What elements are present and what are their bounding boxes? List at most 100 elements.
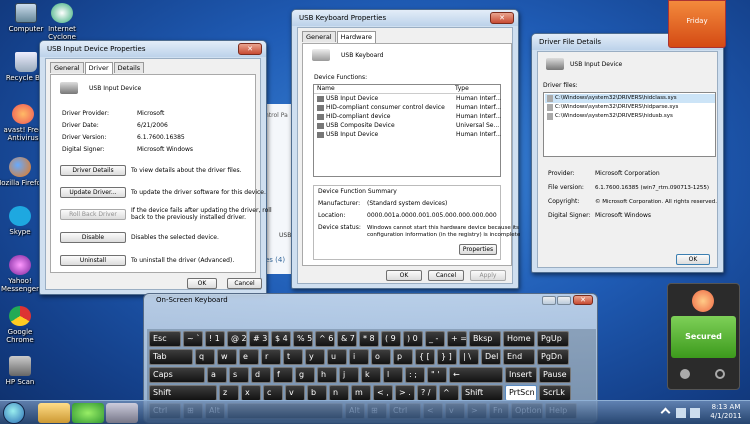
list-item[interactable]: HID-compliant consumer control device Hu… (315, 104, 501, 113)
key-6[interactable]: ^ 6 (315, 331, 335, 347)
key-4[interactable]: $ 4 (271, 331, 291, 347)
key-symbol-3-8[interactable]: < , (373, 385, 393, 401)
key-e[interactable]: e (239, 349, 259, 365)
key-r[interactable]: r (261, 349, 281, 365)
clock[interactable]: 8:13 AM 4/1/2011 (707, 403, 745, 421)
key-pgdn[interactable]: PgDn (537, 349, 569, 365)
window-title[interactable]: USB Input Device Properties (40, 41, 266, 57)
update-driver-button[interactable]: Update Driver... (60, 187, 126, 198)
key-scrlk[interactable]: ScrLk (539, 385, 571, 401)
key-del[interactable]: Del (481, 349, 501, 365)
key-k[interactable]: k (361, 367, 381, 383)
apply-button[interactable]: Apply (470, 270, 506, 281)
key-symbol-1-11[interactable]: { [ (415, 349, 435, 365)
ok-button[interactable]: OK (676, 254, 710, 265)
cancel-button[interactable]: Cancel (428, 270, 464, 281)
key-h[interactable]: h (317, 367, 337, 383)
minimize-button[interactable] (542, 296, 556, 305)
desktop-icon-hp-scan[interactable]: HP Scan (0, 356, 46, 386)
tab-details[interactable]: Details (113, 62, 145, 73)
usb-keyboard-properties-window[interactable]: USB Keyboard Properties ✕ General Hardwa… (291, 9, 520, 289)
driver-files-list[interactable]: C:\Windows\system32\DRIVERS\hidclass.sys… (543, 92, 716, 157)
key-p[interactable]: p (393, 349, 413, 365)
key-x[interactable]: x (241, 385, 261, 401)
key-home[interactable]: Home (503, 331, 535, 347)
key-tab[interactable]: Tab (149, 349, 193, 365)
key-caps[interactable]: Caps (149, 367, 205, 383)
volume-icon[interactable] (690, 408, 700, 418)
driver-file-details-window[interactable]: Driver File Details ✕ USB Input Device D… (531, 33, 724, 273)
key-c[interactable]: c (263, 385, 283, 401)
key-y[interactable]: y (305, 349, 325, 365)
key-l[interactable]: l (383, 367, 403, 383)
key-symbol-3-11[interactable]: ^ (439, 385, 459, 401)
key-esc[interactable]: Esc (149, 331, 181, 347)
key-shift[interactable]: Shift (149, 385, 217, 401)
taskbar-explorer-icon[interactable] (38, 403, 70, 423)
ok-button[interactable]: OK (386, 270, 422, 281)
tab-general[interactable]: General (50, 62, 84, 73)
list-item[interactable]: USB Composite Device Universal Se... (315, 122, 500, 131)
key-9[interactable]: ( 9 (381, 331, 401, 347)
key-b[interactable]: b (307, 385, 327, 401)
desktop-icon-internet-cyclone[interactable]: Internet Cyclone (36, 3, 88, 41)
close-button[interactable]: ✕ (573, 295, 593, 305)
tab-general[interactable]: General (302, 31, 336, 42)
properties-button[interactable]: Properties (459, 244, 497, 255)
list-item[interactable]: USB Input Device Human Interf... (315, 131, 501, 140)
key-5[interactable]: % 5 (293, 331, 313, 347)
maximize-button[interactable] (557, 296, 571, 305)
key-symbol-0-1[interactable]: ~ ` (183, 331, 203, 347)
key-q[interactable]: q (195, 349, 215, 365)
key-insert[interactable]: Insert (505, 367, 537, 383)
refresh-icon[interactable] (715, 369, 725, 379)
avast-gadget[interactable]: Secured (667, 283, 740, 390)
calendar-gadget[interactable]: Friday (668, 0, 726, 48)
key-shift[interactable]: Shift (461, 385, 503, 401)
key-s[interactable]: s (229, 367, 249, 383)
key-g[interactable]: g (295, 367, 315, 383)
key-3[interactable]: # 3 (249, 331, 269, 347)
key-bksp[interactable]: Bksp (469, 331, 501, 347)
tab-driver[interactable]: Driver (84, 62, 113, 74)
key-t[interactable]: t (283, 349, 303, 365)
key-symbol-1-12[interactable]: } ] (437, 349, 457, 365)
key-2[interactable]: @ 2 (227, 331, 247, 347)
start-button[interactable] (3, 402, 25, 424)
key-o[interactable]: o (371, 349, 391, 365)
list-item[interactable]: C:\Windows\system32\DRIVERS\hidusb.sys (545, 112, 715, 121)
key-m[interactable]: m (351, 385, 371, 401)
driver-details-button[interactable]: Driver Details (60, 165, 126, 176)
key-symbol-2-10[interactable]: : ; (405, 367, 425, 383)
key-1[interactable]: ! 1 (205, 331, 225, 347)
key-d[interactable]: d (251, 367, 271, 383)
key-symbol-1-13[interactable]: | \ (459, 349, 479, 365)
key-symbol-3-10[interactable]: ? / (417, 385, 437, 401)
ok-button[interactable]: OK (187, 278, 217, 289)
window-title[interactable]: USB Keyboard Properties (292, 10, 518, 26)
list-item[interactable]: C:\Windows\system32\DRIVERS\hidclass.sys (545, 94, 715, 103)
disable-button[interactable]: Disable (60, 232, 126, 243)
close-button[interactable]: ✕ (238, 43, 262, 55)
key-end[interactable]: End (503, 349, 535, 365)
key-n[interactable]: n (329, 385, 349, 401)
key-f[interactable]: f (273, 367, 293, 383)
key-0[interactable]: ) 0 (403, 331, 423, 347)
key-symbol-3-9[interactable]: > . (395, 385, 415, 401)
key-j[interactable]: j (339, 367, 359, 383)
column-type[interactable]: Type (455, 85, 469, 93)
key-8[interactable]: * 8 (359, 331, 379, 347)
window-title[interactable]: On-Screen Keyboard (144, 294, 597, 307)
usb-input-device-properties-window[interactable]: USB Input Device Properties ✕ General Dr… (39, 40, 272, 295)
network-icon[interactable] (676, 408, 686, 418)
column-name[interactable]: Name (317, 85, 335, 93)
key-i[interactable]: i (349, 349, 369, 365)
settings-icon[interactable] (680, 369, 690, 379)
desktop-icon-chrome[interactable]: Google Chrome (0, 306, 46, 344)
key-symbol-0-13[interactable]: + = (447, 331, 467, 347)
device-functions-list[interactable]: Name Type USB Input Device Human Interf.… (313, 84, 501, 177)
key-v[interactable]: v (285, 385, 305, 401)
uninstall-button[interactable]: Uninstall (60, 255, 126, 266)
list-item[interactable]: C:\Windows\system32\DRIVERS\hidparse.sys (545, 103, 715, 112)
list-item[interactable]: USB Input Device Human Interf... (315, 95, 501, 104)
